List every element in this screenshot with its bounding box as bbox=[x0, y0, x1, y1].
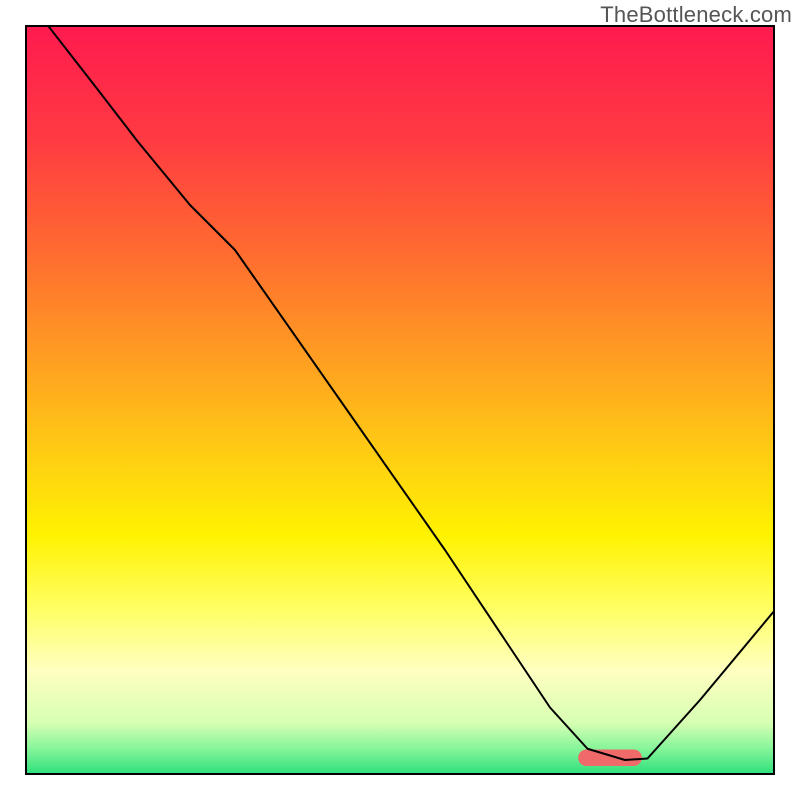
watermark-label: TheBottleneck.com bbox=[600, 2, 792, 28]
plot-area bbox=[25, 25, 775, 775]
chart-container: TheBottleneck.com bbox=[0, 0, 800, 800]
optimal-zone-marker bbox=[578, 750, 642, 767]
plot-svg bbox=[25, 25, 775, 775]
plot-background bbox=[25, 25, 775, 775]
